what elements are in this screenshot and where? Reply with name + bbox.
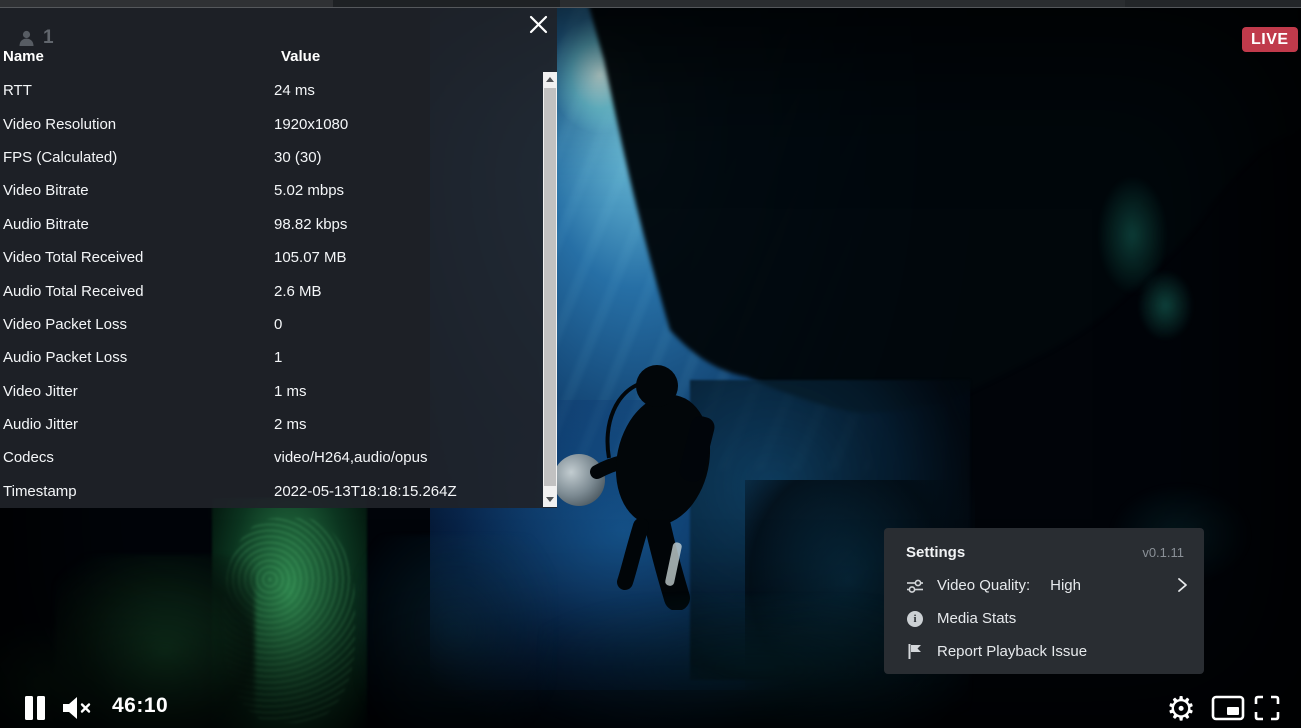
pause-icon[interactable] — [20, 692, 50, 724]
video-quality-value: High — [1050, 577, 1081, 594]
stat-name: Codecs — [0, 449, 274, 466]
stats-table-row: Video Packet Loss0 — [0, 308, 543, 341]
live-badge-label: LIVE — [1251, 31, 1289, 49]
stat-name: Video Total Received — [0, 249, 274, 266]
stat-name: Audio Bitrate — [0, 216, 274, 233]
pip-icon[interactable] — [1208, 692, 1248, 724]
stat-value: 2022-05-13T18:18:15.264Z — [274, 483, 543, 500]
stat-name: Video Packet Loss — [0, 316, 274, 333]
stats-table-row: Video Bitrate5.02 mbps — [0, 174, 543, 207]
stat-value: 98.82 kbps — [274, 216, 543, 233]
volume-muted-icon[interactable] — [58, 694, 96, 722]
stats-scrollbar[interactable] — [543, 72, 557, 507]
stats-col-value: Value — [274, 48, 543, 65]
stats-table-body: RTT24 msVideo Resolution1920x1080FPS (Ca… — [0, 74, 543, 508]
stat-name: Video Bitrate — [0, 182, 274, 199]
settings-menu: Settings v0.1.11 Video Quality: High — [884, 528, 1204, 674]
stats-table-row: Video Jitter1 ms — [0, 375, 543, 408]
stat-value: 1920x1080 — [274, 116, 543, 133]
stats-table-row: FPS (Calculated)30 (30) — [0, 141, 543, 174]
viewer-count-value: 1 — [43, 27, 54, 49]
stats-table-row: Video Total Received105.07 MB — [0, 241, 543, 274]
stat-value: 2.6 MB — [274, 283, 543, 300]
media-stats-panel: 1 Name Value RTT24 msVideo Resolution192… — [0, 0, 557, 508]
video-player: LIVE 1 Name Value RTT24 msVideo Resoluti… — [0, 0, 1301, 728]
stat-value: 2 ms — [274, 416, 543, 433]
stat-value: 1 — [274, 349, 543, 366]
stat-value: 0 — [274, 316, 543, 333]
stat-name: Video Jitter — [0, 383, 274, 400]
settings-version: v0.1.11 — [1142, 545, 1184, 560]
scrollbar-thumb[interactable] — [544, 88, 556, 486]
window-top-edge — [0, 0, 1301, 8]
settings-menu-header: Settings v0.1.11 — [906, 541, 1184, 563]
stat-name: FPS (Calculated) — [0, 149, 274, 166]
scroll-down-icon[interactable] — [543, 492, 557, 507]
menu-item-media-stats[interactable]: i Media Stats — [906, 602, 1184, 635]
stat-name: Video Resolution — [0, 116, 274, 133]
stats-table-row: Audio Packet Loss1 — [0, 341, 543, 374]
stats-table-row: Audio Jitter2 ms — [0, 408, 543, 441]
stat-value: video/H264,audio/opus — [274, 449, 543, 466]
stats-table-row: RTT24 ms — [0, 74, 543, 107]
close-icon[interactable] — [521, 7, 555, 41]
stats-col-name: Name — [0, 48, 274, 65]
scroll-up-icon[interactable] — [543, 72, 557, 87]
stat-value: 1 ms — [274, 383, 543, 400]
chevron-right-icon — [1175, 577, 1189, 597]
stats-table-row: Video Resolution1920x1080 — [0, 107, 543, 140]
menu-item-video-quality[interactable]: Video Quality: High — [906, 569, 1184, 602]
stat-name: Timestamp — [0, 483, 274, 500]
stat-value: 105.07 MB — [274, 249, 543, 266]
menu-item-label: Video Quality: — [937, 577, 1030, 594]
sliders-icon — [906, 578, 924, 594]
info-icon: i — [906, 611, 924, 627]
stats-table-row: Audio Bitrate98.82 kbps — [0, 208, 543, 241]
stat-value: 24 ms — [274, 82, 543, 99]
stat-name: RTT — [0, 82, 274, 99]
live-badge: LIVE — [1242, 27, 1298, 52]
flag-icon — [906, 643, 924, 660]
stats-table-row: Timestamp2022-05-13T18:18:15.264Z — [0, 475, 543, 508]
stat-value: 30 (30) — [274, 149, 543, 166]
stats-table-row: Audio Total Received2.6 MB — [0, 274, 543, 307]
playback-time: 46:10 — [112, 694, 168, 718]
menu-item-label: Report Playback Issue — [937, 643, 1087, 660]
stat-name: Audio Jitter — [0, 416, 274, 433]
stat-value: 5.02 mbps — [274, 182, 543, 199]
stats-table-header: Name Value — [0, 44, 543, 68]
fullscreen-icon[interactable] — [1250, 691, 1284, 725]
stats-table-row: Codecsvideo/H264,audio/opus — [0, 441, 543, 474]
viewer-icon — [17, 29, 36, 48]
menu-item-report-issue[interactable]: Report Playback Issue — [906, 635, 1184, 668]
menu-item-label: Media Stats — [937, 610, 1016, 627]
stat-name: Audio Packet Loss — [0, 349, 274, 366]
viewer-count: 1 — [17, 27, 54, 49]
settings-title: Settings — [906, 544, 965, 561]
stat-name: Audio Total Received — [0, 283, 274, 300]
gear-icon[interactable]: ⚙ — [1162, 688, 1200, 728]
